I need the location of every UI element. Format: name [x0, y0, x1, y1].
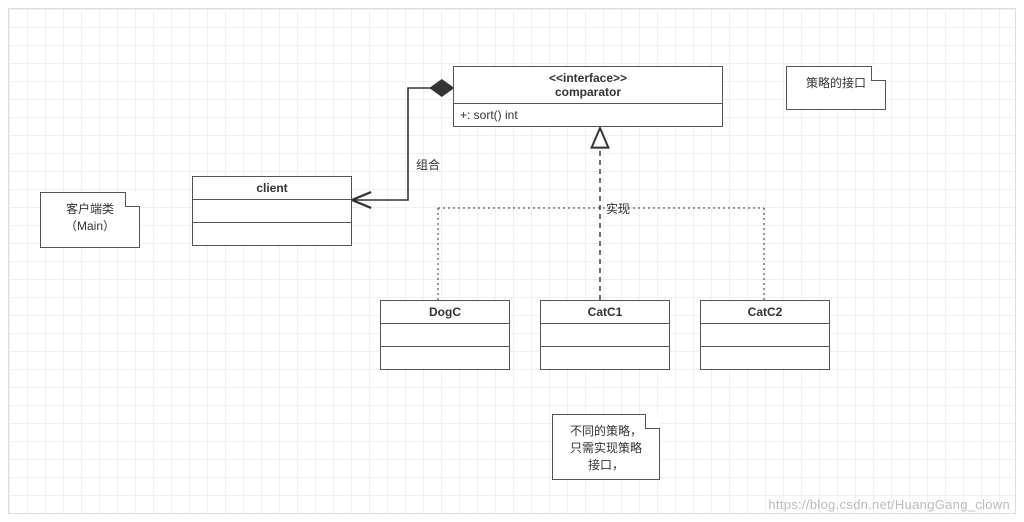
note-impl-l3: 接口， [588, 458, 624, 472]
note-client-line1: 客户端类 [66, 202, 114, 216]
class-client: client [192, 176, 352, 246]
note-fold-icon [871, 66, 886, 81]
class-catc2-ops [701, 347, 829, 369]
interface-name: comparator [460, 85, 716, 99]
connector-composition [352, 88, 453, 200]
label-compose: 组合 [416, 156, 440, 173]
class-dogc: DogC [380, 300, 510, 370]
diagram-canvas: 客户端类 （Main） client <<interface>> compara… [0, 0, 1024, 522]
class-catc1-title: CatC1 [541, 301, 669, 324]
class-catc1: CatC1 [540, 300, 670, 370]
note-fold-icon [645, 414, 660, 429]
interface-method: +: sort() int [454, 104, 722, 126]
class-client-title: client [193, 177, 351, 200]
class-catc2-title: CatC2 [701, 301, 829, 324]
note-impl-l2: 只需实现策略 [570, 441, 642, 455]
note-interface: 策略的接口 [786, 66, 886, 110]
interface-comparator: <<interface>> comparator +: sort() int [453, 66, 723, 127]
note-impl: 不同的策略， 只需实现策略 接口， [552, 414, 660, 480]
class-dogc-attrs [381, 324, 509, 347]
label-realize: 实现 [606, 200, 630, 217]
note-client-line2: （Main） [65, 219, 115, 233]
interface-stereotype: <<interface>> [460, 71, 716, 85]
interface-header: <<interface>> comparator [454, 67, 722, 104]
note-interface-text: 策略的接口 [806, 76, 866, 90]
class-dogc-title: DogC [381, 301, 509, 324]
note-fold-icon [125, 192, 140, 207]
watermark: https://blog.csdn.net/HuangGang_clown [768, 497, 1010, 512]
note-client: 客户端类 （Main） [40, 192, 140, 248]
class-catc2-attrs [701, 324, 829, 347]
class-catc2: CatC2 [700, 300, 830, 370]
note-impl-l1: 不同的策略， [570, 424, 642, 438]
class-catc1-attrs [541, 324, 669, 347]
class-client-attrs [193, 200, 351, 223]
class-dogc-ops [381, 347, 509, 369]
class-client-ops [193, 223, 351, 245]
class-catc1-ops [541, 347, 669, 369]
